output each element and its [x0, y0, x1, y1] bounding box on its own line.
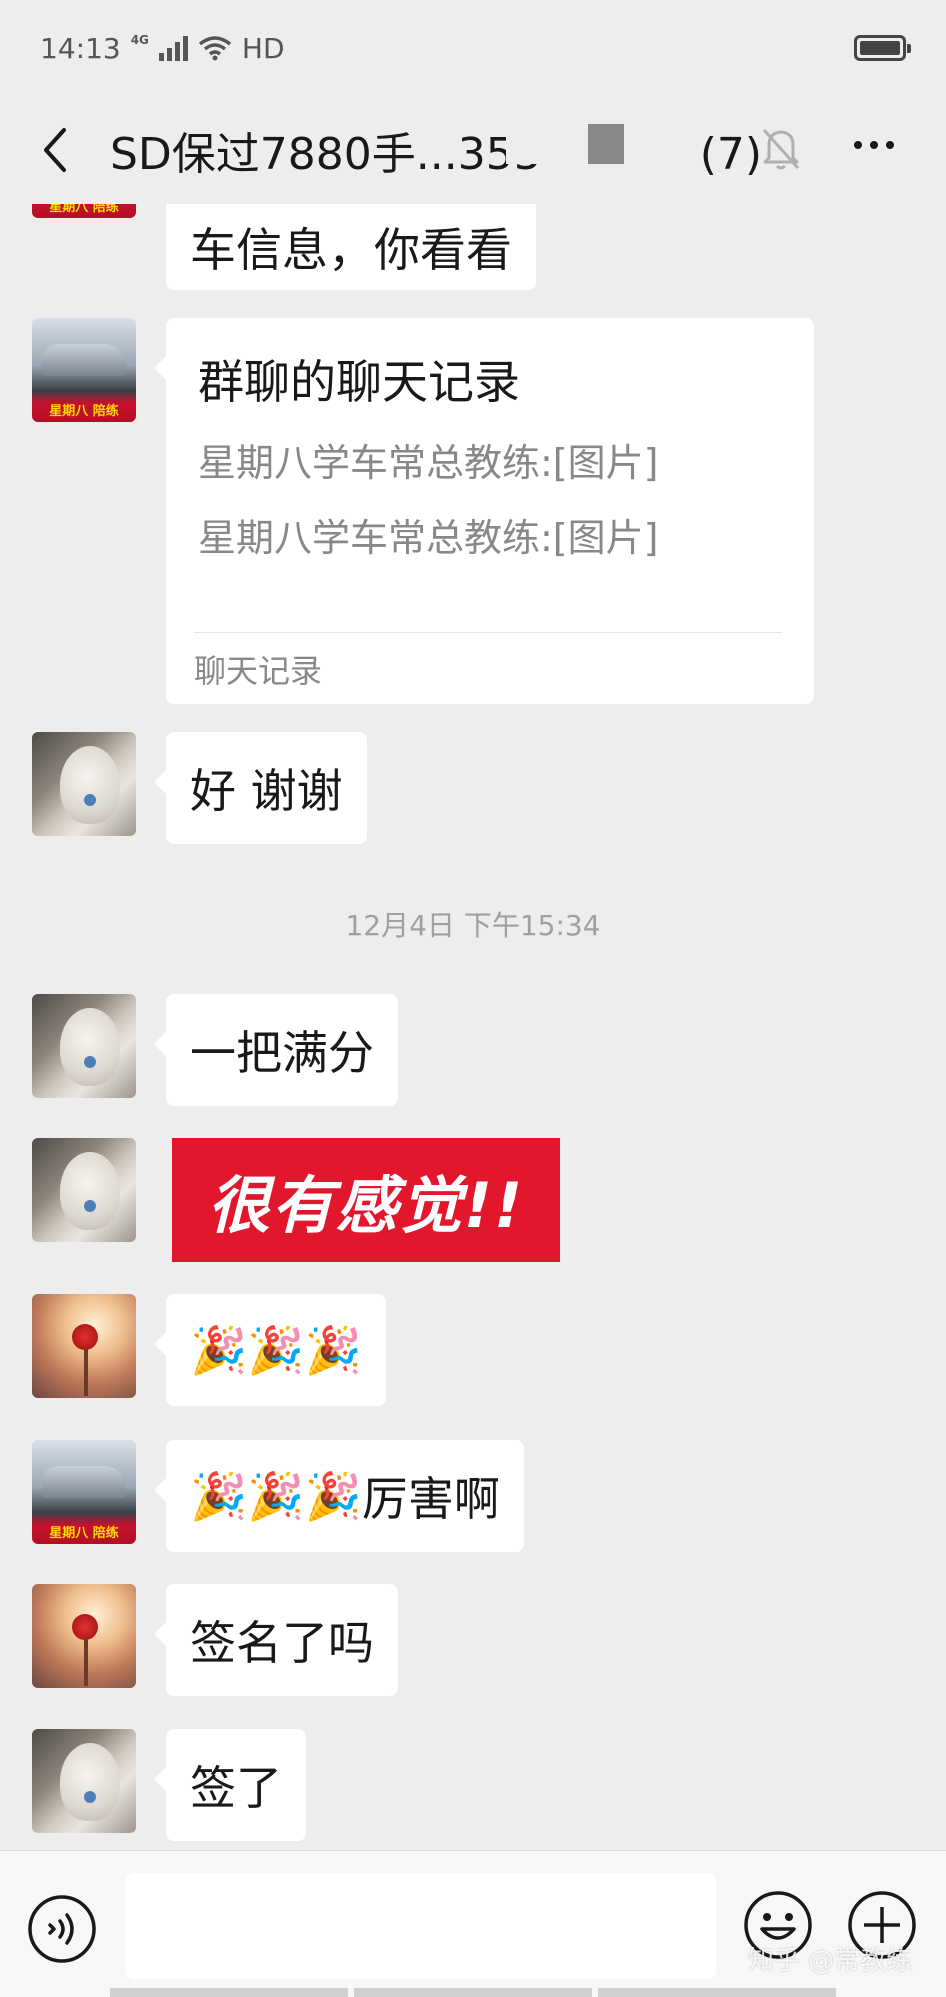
signal-icon: [158, 35, 188, 61]
voice-input-icon[interactable]: [26, 1893, 98, 1965]
message-text: 签名了吗: [190, 1616, 374, 1670]
redaction-block: [506, 124, 560, 164]
message-bubble[interactable]: 签名了吗: [154, 1584, 398, 1696]
watermark: 知乎 @常教练: [748, 1946, 913, 1976]
message-bubble[interactable]: 🎉🎉🎉: [154, 1294, 386, 1406]
status-bar: 14:13 4G HD: [0, 0, 946, 96]
message-bubble[interactable]: 🎉🎉🎉 厉害啊: [154, 1440, 524, 1552]
chat-title: SD保过7880手...355 (7): [110, 118, 762, 182]
party-popper-emoji: 🎉🎉🎉: [190, 1468, 362, 1523]
message-bubble[interactable]: 车信息，你看看: [166, 204, 536, 290]
record-line: 星期八学车常总教练:[图片]: [198, 516, 659, 560]
back-icon[interactable]: [30, 120, 80, 180]
message-bubble[interactable]: 签了: [154, 1729, 306, 1841]
chat-record-card[interactable]: 群聊的聊天记录 星期八学车常总教练:[图片] 星期八学车常总教练:[图片] 聊天…: [154, 318, 814, 704]
status-left: 14:13 4G HD: [40, 32, 285, 65]
message-text: 车信息，你看看: [190, 223, 512, 277]
record-line: 星期八学车常总教练:[图片]: [198, 441, 659, 485]
battery-icon: [854, 35, 911, 61]
status-time: 14:13: [40, 31, 121, 65]
message-text: 签了: [190, 1761, 282, 1815]
sticker-text: 很有感觉!!: [207, 1169, 525, 1242]
message-text: 好 谢谢: [190, 764, 343, 818]
message-bubble[interactable]: 一把满分: [154, 994, 398, 1106]
record-divider: [194, 632, 782, 633]
avatar[interactable]: 星期八 陪练: [32, 1440, 136, 1544]
message-bubble[interactable]: 好 谢谢: [154, 732, 367, 844]
message-text: 厉害啊: [361, 1472, 500, 1526]
avatar-caption: 星期八 陪练: [49, 404, 119, 419]
record-title: 群聊的聊天记录: [198, 355, 520, 409]
avatar[interactable]: 星期八 陪练: [32, 204, 136, 218]
avatar[interactable]: [32, 1138, 136, 1242]
wifi-label: HD: [241, 31, 285, 65]
record-footer: 聊天记录: [194, 652, 323, 690]
avatar[interactable]: [32, 732, 136, 836]
more-options-icon[interactable]: [844, 125, 904, 165]
message-input[interactable]: [126, 1873, 716, 1979]
wifi-icon: [198, 36, 231, 61]
message-text: 一把满分: [190, 1026, 374, 1080]
message-timestamp: 12月4日 下午15:34: [345, 909, 601, 942]
mute-bell-icon: [756, 118, 806, 178]
avatar[interactable]: [32, 1584, 136, 1688]
avatar[interactable]: [32, 994, 136, 1098]
avatar[interactable]: 星期八 陪练: [32, 318, 136, 422]
chat-title-text: SD保过7880手...355: [110, 129, 542, 180]
redaction-block: [588, 124, 624, 164]
network-type: 4G: [130, 33, 149, 47]
party-popper-emoji: 🎉🎉🎉: [190, 1322, 362, 1377]
chat-member-count: (7): [699, 129, 763, 180]
avatar[interactable]: [32, 1294, 136, 1398]
sticker-image[interactable]: 很有感觉!!: [172, 1138, 560, 1262]
avatar[interactable]: [32, 1729, 136, 1833]
avatar-caption: 星期八 陪练: [49, 1526, 119, 1541]
chat-area[interactable]: 星期八 陪练 车信息，你看看 星期八 陪练 群聊的聊天记录 星期八学车常总教练:…: [0, 204, 946, 1850]
home-indicator: [110, 1988, 836, 1997]
